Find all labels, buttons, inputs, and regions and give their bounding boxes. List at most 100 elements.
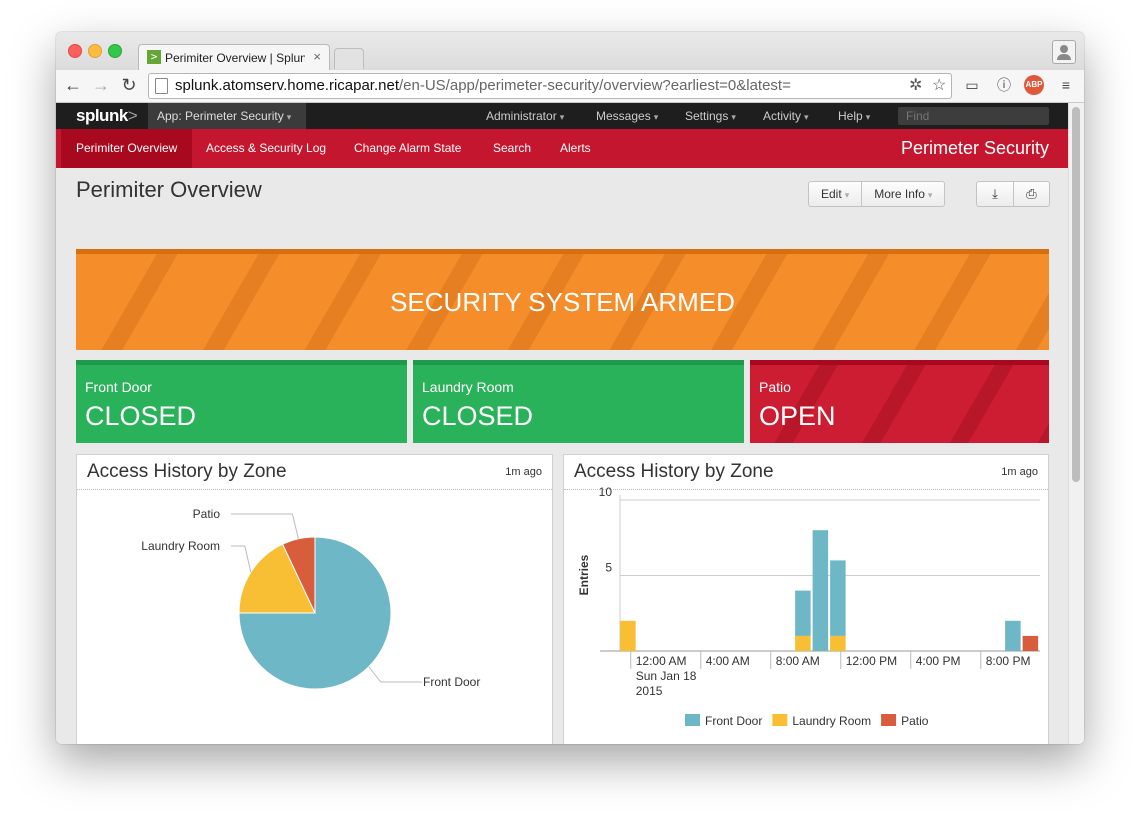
panel-pie: Front Door Laundry Room Patio Access Histo… bbox=[76, 454, 553, 744]
pie-leader-line bbox=[231, 513, 299, 539]
chevron-down-icon: ▾ bbox=[653, 112, 659, 122]
zone-label: Laundry Room bbox=[422, 379, 514, 395]
zone-status-patio: Patio OPEN bbox=[750, 360, 1049, 443]
panel-updated: 1m ago bbox=[505, 466, 542, 478]
panel-bar: 5 10 Entries 12:00 AM Sun Jan 18 2015 4:00 AM 8… bbox=[563, 454, 1049, 744]
bar-chart: 5 10 Entries 12:00 AMSun Jan 182015 4:00 AM 8… bbox=[577, 485, 1040, 728]
edit-more-info-group: Edit ▾ More Info ▾ bbox=[808, 181, 946, 207]
reload-icon[interactable]: ↻ bbox=[118, 74, 140, 96]
pie-label: Patio bbox=[193, 507, 221, 521]
zone-label: Patio bbox=[759, 379, 791, 395]
adblock-icon[interactable]: ABP bbox=[1024, 75, 1044, 95]
pie-leader-line bbox=[368, 666, 422, 683]
app-menu[interactable]: App: Perimeter Security ▾ bbox=[148, 103, 306, 129]
pie-label: Front Door bbox=[423, 675, 480, 689]
forward-arrow-icon[interactable]: → bbox=[90, 74, 112, 96]
print-icon[interactable]: ⎙ bbox=[1013, 182, 1049, 206]
new-tab-button[interactable] bbox=[334, 48, 364, 69]
legend-swatch bbox=[772, 714, 788, 726]
zone-state: CLOSED bbox=[422, 401, 534, 431]
bar-segment bbox=[830, 635, 846, 651]
menu-administrator[interactable]: Administrator ▾ bbox=[486, 103, 564, 129]
legend-label: Patio bbox=[901, 714, 929, 728]
legend-label: Laundry Room bbox=[792, 714, 871, 728]
security-status-text: SECURITY SYSTEM ARMED bbox=[390, 287, 735, 317]
x-tick-label: 2015 bbox=[636, 684, 663, 698]
y-tick-label: 5 bbox=[605, 561, 612, 575]
profile-icon[interactable] bbox=[1052, 40, 1076, 64]
browser-toolbar: ← → ↻ splunk.atomserv.home.ricapar.net/e… bbox=[56, 70, 1084, 103]
x-tick-label: 8:00 AM bbox=[776, 654, 820, 668]
panel-divider bbox=[77, 489, 552, 490]
splunk-bar: splunk> App: Perimeter Security ▾ Adminis… bbox=[56, 103, 1069, 129]
page-viewport: splunk> App: Perimeter Security ▾ Adminis… bbox=[56, 103, 1084, 744]
menu-icon[interactable]: ≡ bbox=[1056, 75, 1076, 95]
chevron-down-icon: ▾ bbox=[559, 112, 565, 122]
bookmark-star-icon[interactable]: ☆ bbox=[932, 74, 946, 98]
panel-title: Access History by Zone bbox=[87, 461, 287, 482]
pie-chart: Front Door Laundry Room Patio bbox=[141, 507, 480, 690]
chevron-down-icon: ▾ bbox=[865, 112, 871, 122]
browser-tab[interactable]: > Perimiter Overview | Splunk × bbox=[138, 44, 330, 71]
page-scrollbar[interactable] bbox=[1068, 103, 1084, 744]
edit-button[interactable]: Edit ▾ bbox=[809, 182, 861, 206]
export-group: ⤓ ⎙ bbox=[976, 181, 1050, 207]
bar-segment bbox=[1005, 620, 1021, 651]
minimize-window-button[interactable] bbox=[88, 44, 102, 58]
info-icon[interactable]: ⓘ bbox=[994, 75, 1014, 95]
zone-state: OPEN bbox=[759, 401, 836, 431]
back-arrow-icon[interactable]: ← bbox=[62, 74, 84, 96]
x-tick-label: 4:00 AM bbox=[706, 654, 750, 668]
pie-label: Laundry Room bbox=[141, 539, 220, 553]
legend-swatch bbox=[881, 714, 897, 726]
app-title: Perimeter Security bbox=[900, 138, 1049, 158]
panel-divider bbox=[564, 489, 1048, 490]
tab-strip: > Perimiter Overview | Splunk × bbox=[56, 32, 1084, 71]
find-input[interactable] bbox=[898, 107, 1049, 125]
chevron-down-icon: ▾ bbox=[286, 112, 292, 122]
extension-sparkle-icon[interactable]: ✲ bbox=[909, 74, 922, 98]
menu-help[interactable]: Help ▾ bbox=[838, 103, 870, 129]
address-bar[interactable]: splunk.atomserv.home.ricapar.net/en-US/a… bbox=[148, 73, 952, 99]
zone-status-front-door: Front Door CLOSED bbox=[76, 360, 407, 443]
legend-swatch bbox=[685, 714, 700, 726]
page-icon bbox=[155, 78, 168, 94]
panel-updated: 1m ago bbox=[1001, 466, 1038, 478]
bar-segment bbox=[1022, 635, 1039, 651]
scrollbar-thumb[interactable] bbox=[1072, 107, 1080, 482]
bar-segment bbox=[620, 620, 636, 651]
app-bar: Perimiter Overview Access & Security Log… bbox=[56, 129, 1069, 168]
bar-segment bbox=[795, 635, 811, 651]
security-banner: SECURITY SYSTEM ARMED bbox=[76, 249, 1049, 350]
chevron-down-icon: ▾ bbox=[844, 190, 850, 200]
nav-search[interactable]: Search bbox=[478, 129, 546, 168]
nav-perimiter-overview[interactable]: Perimiter Overview bbox=[61, 129, 193, 168]
menu-settings[interactable]: Settings ▾ bbox=[685, 103, 736, 129]
zone-label: Front Door bbox=[85, 379, 152, 395]
close-window-button[interactable] bbox=[68, 44, 82, 58]
chevron-down-icon: ▾ bbox=[731, 112, 736, 122]
page-title: Perimiter Overview bbox=[76, 177, 262, 202]
browser-window: > Perimiter Overview | Splunk × ← → ↻ sp… bbox=[56, 32, 1084, 744]
y-axis-label: Entries bbox=[577, 554, 591, 595]
zoom-window-button[interactable] bbox=[108, 44, 122, 58]
tab-close-icon[interactable]: × bbox=[313, 49, 321, 64]
zone-status-laundry-room: Laundry Room CLOSED bbox=[413, 360, 744, 443]
nav-change-alarm-state[interactable]: Change Alarm State bbox=[339, 129, 476, 168]
bar-segment bbox=[830, 560, 846, 636]
pie-leader-line bbox=[231, 545, 252, 573]
download-icon[interactable]: ⤓ bbox=[977, 182, 1013, 206]
x-tick-label: Sun Jan 18 bbox=[636, 669, 697, 683]
menu-activity[interactable]: Activity ▾ bbox=[763, 103, 809, 129]
url-text: splunk.atomserv.home.ricapar.net/en-US/a… bbox=[175, 77, 791, 94]
nav-access-security-log[interactable]: Access & Security Log bbox=[191, 129, 341, 168]
x-tick-label: 4:00 PM bbox=[916, 654, 961, 668]
nav-alerts[interactable]: Alerts bbox=[545, 129, 606, 168]
y-tick-label: 10 bbox=[599, 485, 613, 499]
splunk-logo[interactable]: splunk> bbox=[76, 106, 138, 126]
chevron-down-icon: ▾ bbox=[804, 112, 809, 122]
menu-messages[interactable]: Messages ▾ bbox=[596, 103, 658, 129]
cast-icon[interactable]: ▭ bbox=[962, 75, 982, 95]
more-info-button[interactable]: More Info ▾ bbox=[861, 182, 944, 206]
zone-state: CLOSED bbox=[85, 401, 197, 431]
